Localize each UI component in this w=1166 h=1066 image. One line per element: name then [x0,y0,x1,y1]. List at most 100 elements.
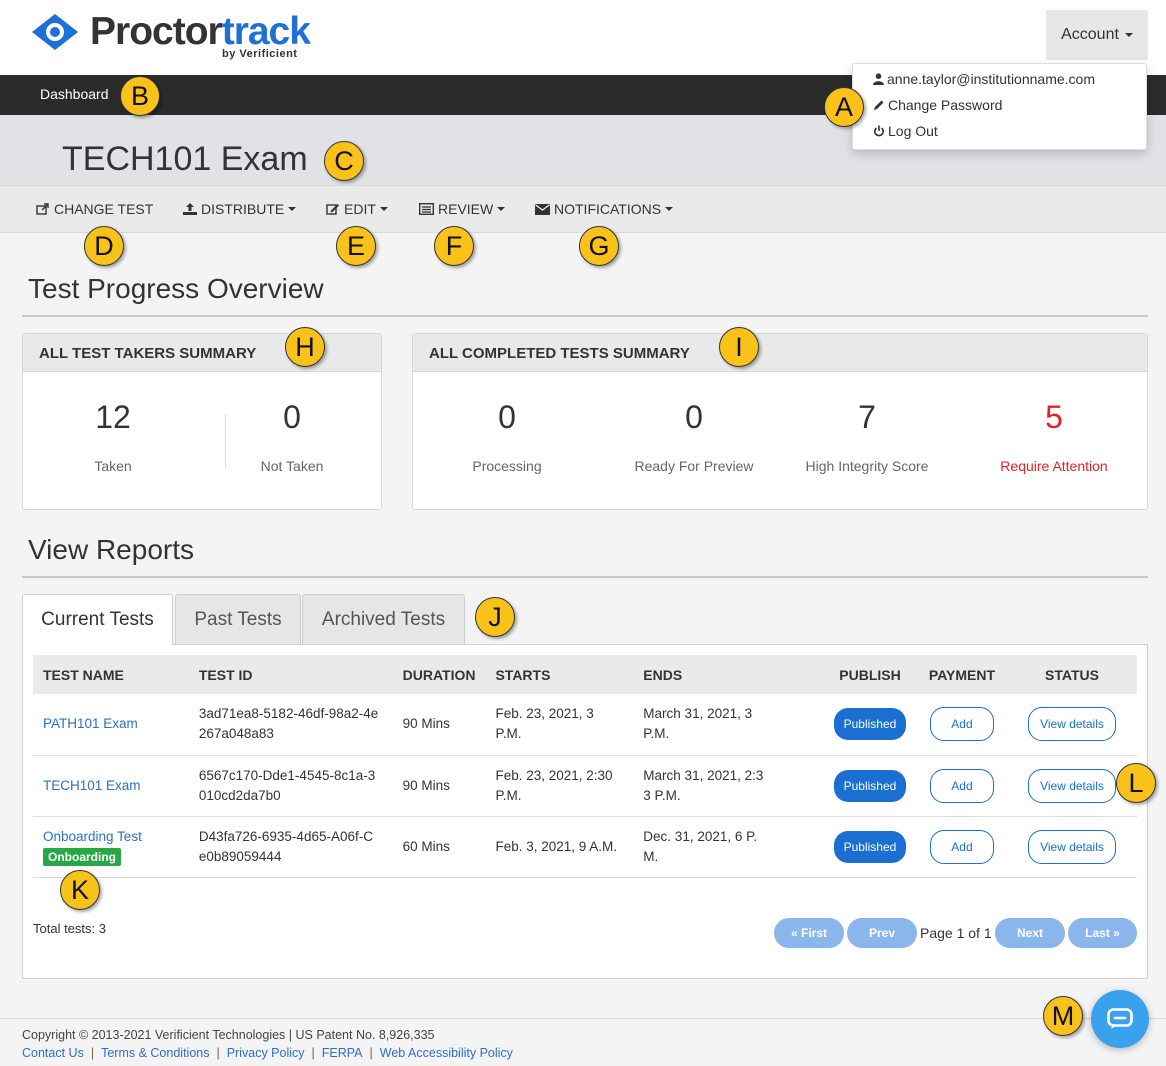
footer-separator: | [90,1046,95,1060]
tab-current-tests[interactable]: Current Tests [22,594,173,645]
test-name-link[interactable]: TECH101 Exam [43,778,141,793]
caret-down-icon [497,207,506,211]
chat-icon [1107,1008,1133,1029]
ready-for-preview-count: 0 [685,399,703,435]
column-header: PUBLISH [823,655,917,694]
footer-separator: | [216,1046,220,1060]
view-details-button[interactable]: View details [1027,768,1116,803]
table-row: Onboarding Test Onboarding D43fa726-6935-… [33,816,1137,878]
add-payment-button[interactable]: Add [929,768,994,803]
notifications-menu-button[interactable]: NOTIFICATIONS [535,201,674,217]
column-header: STATUS [1006,655,1137,694]
onboarding-badge: Onboarding [43,847,121,866]
account-email-item[interactable]: anne.taylor@institutionname.com [873,71,1095,87]
callout-d: D [84,226,124,266]
column-header: DURATION [392,655,486,694]
account-dropdown: anne.taylor@institutionname.com Change P… [852,63,1147,150]
tests-table: TEST NAME TEST ID DURATION STARTS ENDS P… [33,655,1137,878]
published-button[interactable]: Published [833,769,907,802]
footer-separator: | [311,1046,315,1060]
ends-cell: Dec. 31, 2021, 6 P. M. [633,816,823,878]
ready-for-preview-stat: 0 Ready For Preview [609,399,779,474]
starts-cell: Feb. 23, 2021, 2:30 P.M. [485,755,634,817]
duration-cell: 60 Mins [392,816,486,878]
footer-link-accessibility[interactable]: Web Accessibility Policy [380,1046,513,1060]
last-page-button[interactable]: Last » [1068,918,1137,948]
ends-cell: March 31, 2021, 3 P.M. [633,694,823,756]
taken-count: 12 [95,399,131,435]
nav-dashboard-link[interactable]: Dashboard [40,86,109,102]
column-header: ENDS [633,655,823,694]
not-taken-stat: 0 Not Taken [232,399,352,474]
distribute-menu-button[interactable]: DISTRIBUTE [183,201,297,217]
current-tests-panel: TEST NAME TEST ID DURATION STARTS ENDS P… [22,644,1148,979]
logo-subtitle: by Verificient [222,48,298,60]
next-page-button[interactable]: Next [995,918,1065,948]
table-row: TECH101 Exam 6567c170-Dde1-4545-8c1a-3 01… [33,755,1137,817]
column-header: PAYMENT [916,655,1007,694]
log-out-item[interactable]: Log Out [873,123,938,139]
stat-divider [225,414,226,468]
eye-logo-icon [32,14,78,50]
callout-c: C [324,141,364,181]
tab-past-tests[interactable]: Past Tests [175,594,301,644]
test-takers-summary-panel: ALL TEST TAKERS SUMMARY 12 Taken 0 Not T… [22,333,382,510]
view-details-button[interactable]: View details [1027,707,1116,742]
processing-count: 0 [498,399,516,435]
callout-j: J [475,597,515,637]
account-label: Account [1061,26,1119,43]
footer-link-terms[interactable]: Terms & Conditions [101,1046,209,1060]
ready-for-preview-label: Ready For Preview [634,458,754,474]
review-menu-button[interactable]: REVIEW [419,201,506,217]
prev-page-button[interactable]: Prev [847,918,917,948]
high-integrity-stat: 7 High Integrity Score [782,399,952,474]
column-header: STARTS [485,655,634,694]
high-integrity-label: High Integrity Score [805,458,929,474]
pencil-icon [874,100,884,110]
add-payment-button[interactable]: Add [929,707,994,742]
completed-tests-summary-title: ALL COMPLETED TESTS SUMMARY [413,334,1147,372]
callout-a: A [824,87,864,127]
tab-archived-tests[interactable]: Archived Tests [302,594,465,644]
change-test-button[interactable]: CHANGE TEST [36,201,153,217]
published-button[interactable]: Published [833,830,907,863]
power-icon [874,125,884,137]
high-integrity-count: 7 [858,399,876,435]
footer-link-privacy[interactable]: Privacy Policy [227,1046,305,1060]
test-id-cell: D43fa726-6935-4d65-A06f-C e0b89059444 [188,816,393,878]
copyright-text: Copyright © 2013-2021 Verificient Techno… [22,1028,435,1042]
not-taken-label: Not Taken [260,458,324,474]
not-taken-count: 0 [283,399,301,435]
exam-title: TECH101 Exam [62,140,308,178]
callout-g: G [579,226,619,266]
starts-cell: Feb. 3, 2021, 9 A.M. [485,816,634,878]
duration-cell: 90 Mins [392,694,486,756]
callout-m: M [1043,996,1083,1036]
chat-launcher-button[interactable] [1091,990,1149,1048]
footer-link-contact[interactable]: Contact Us [22,1046,84,1060]
envelope-icon [535,203,550,215]
view-details-button[interactable]: View details [1027,829,1116,864]
footer-links: Contact Us | Terms & Conditions | Privacy Po… [22,1046,513,1060]
add-payment-button[interactable]: Add [929,829,994,864]
page: { "header": { "logo_main": "Proctor", "l… [0,0,1166,1066]
change-password-item[interactable]: Change Password [873,97,1002,113]
callout-i: I [719,327,759,367]
edit-menu-button[interactable]: EDIT [326,201,388,217]
overview-section-title: Test Progress Overview [28,273,324,304]
test-id-cell: 6567c170-Dde1-4545-8c1a-3 010cd2da7b0 [188,755,393,817]
proctortrack-logo[interactable]: Proctortrack by Verificient [32,10,332,65]
starts-cell: Feb. 23, 2021, 3 P.M. [485,694,634,756]
test-name-link[interactable]: Onboarding Test [43,829,142,844]
caret-down-icon [1124,33,1133,37]
upload-icon [183,203,197,215]
test-name-link[interactable]: PATH101 Exam [43,716,138,731]
published-button[interactable]: Published [833,708,907,741]
require-attention-stat[interactable]: 5 Require Attention [974,399,1134,474]
callout-k: K [60,870,100,910]
test-takers-summary-title: ALL TEST TAKERS SUMMARY [23,334,381,372]
exam-toolbar: CHANGE TEST DISTRIBUTE EDIT REVIEW NOTIF… [0,185,1166,233]
footer-link-ferpa[interactable]: FERPA [322,1046,363,1060]
account-menu-button[interactable]: Account [1046,10,1148,60]
first-page-button[interactable]: « First [774,918,844,948]
